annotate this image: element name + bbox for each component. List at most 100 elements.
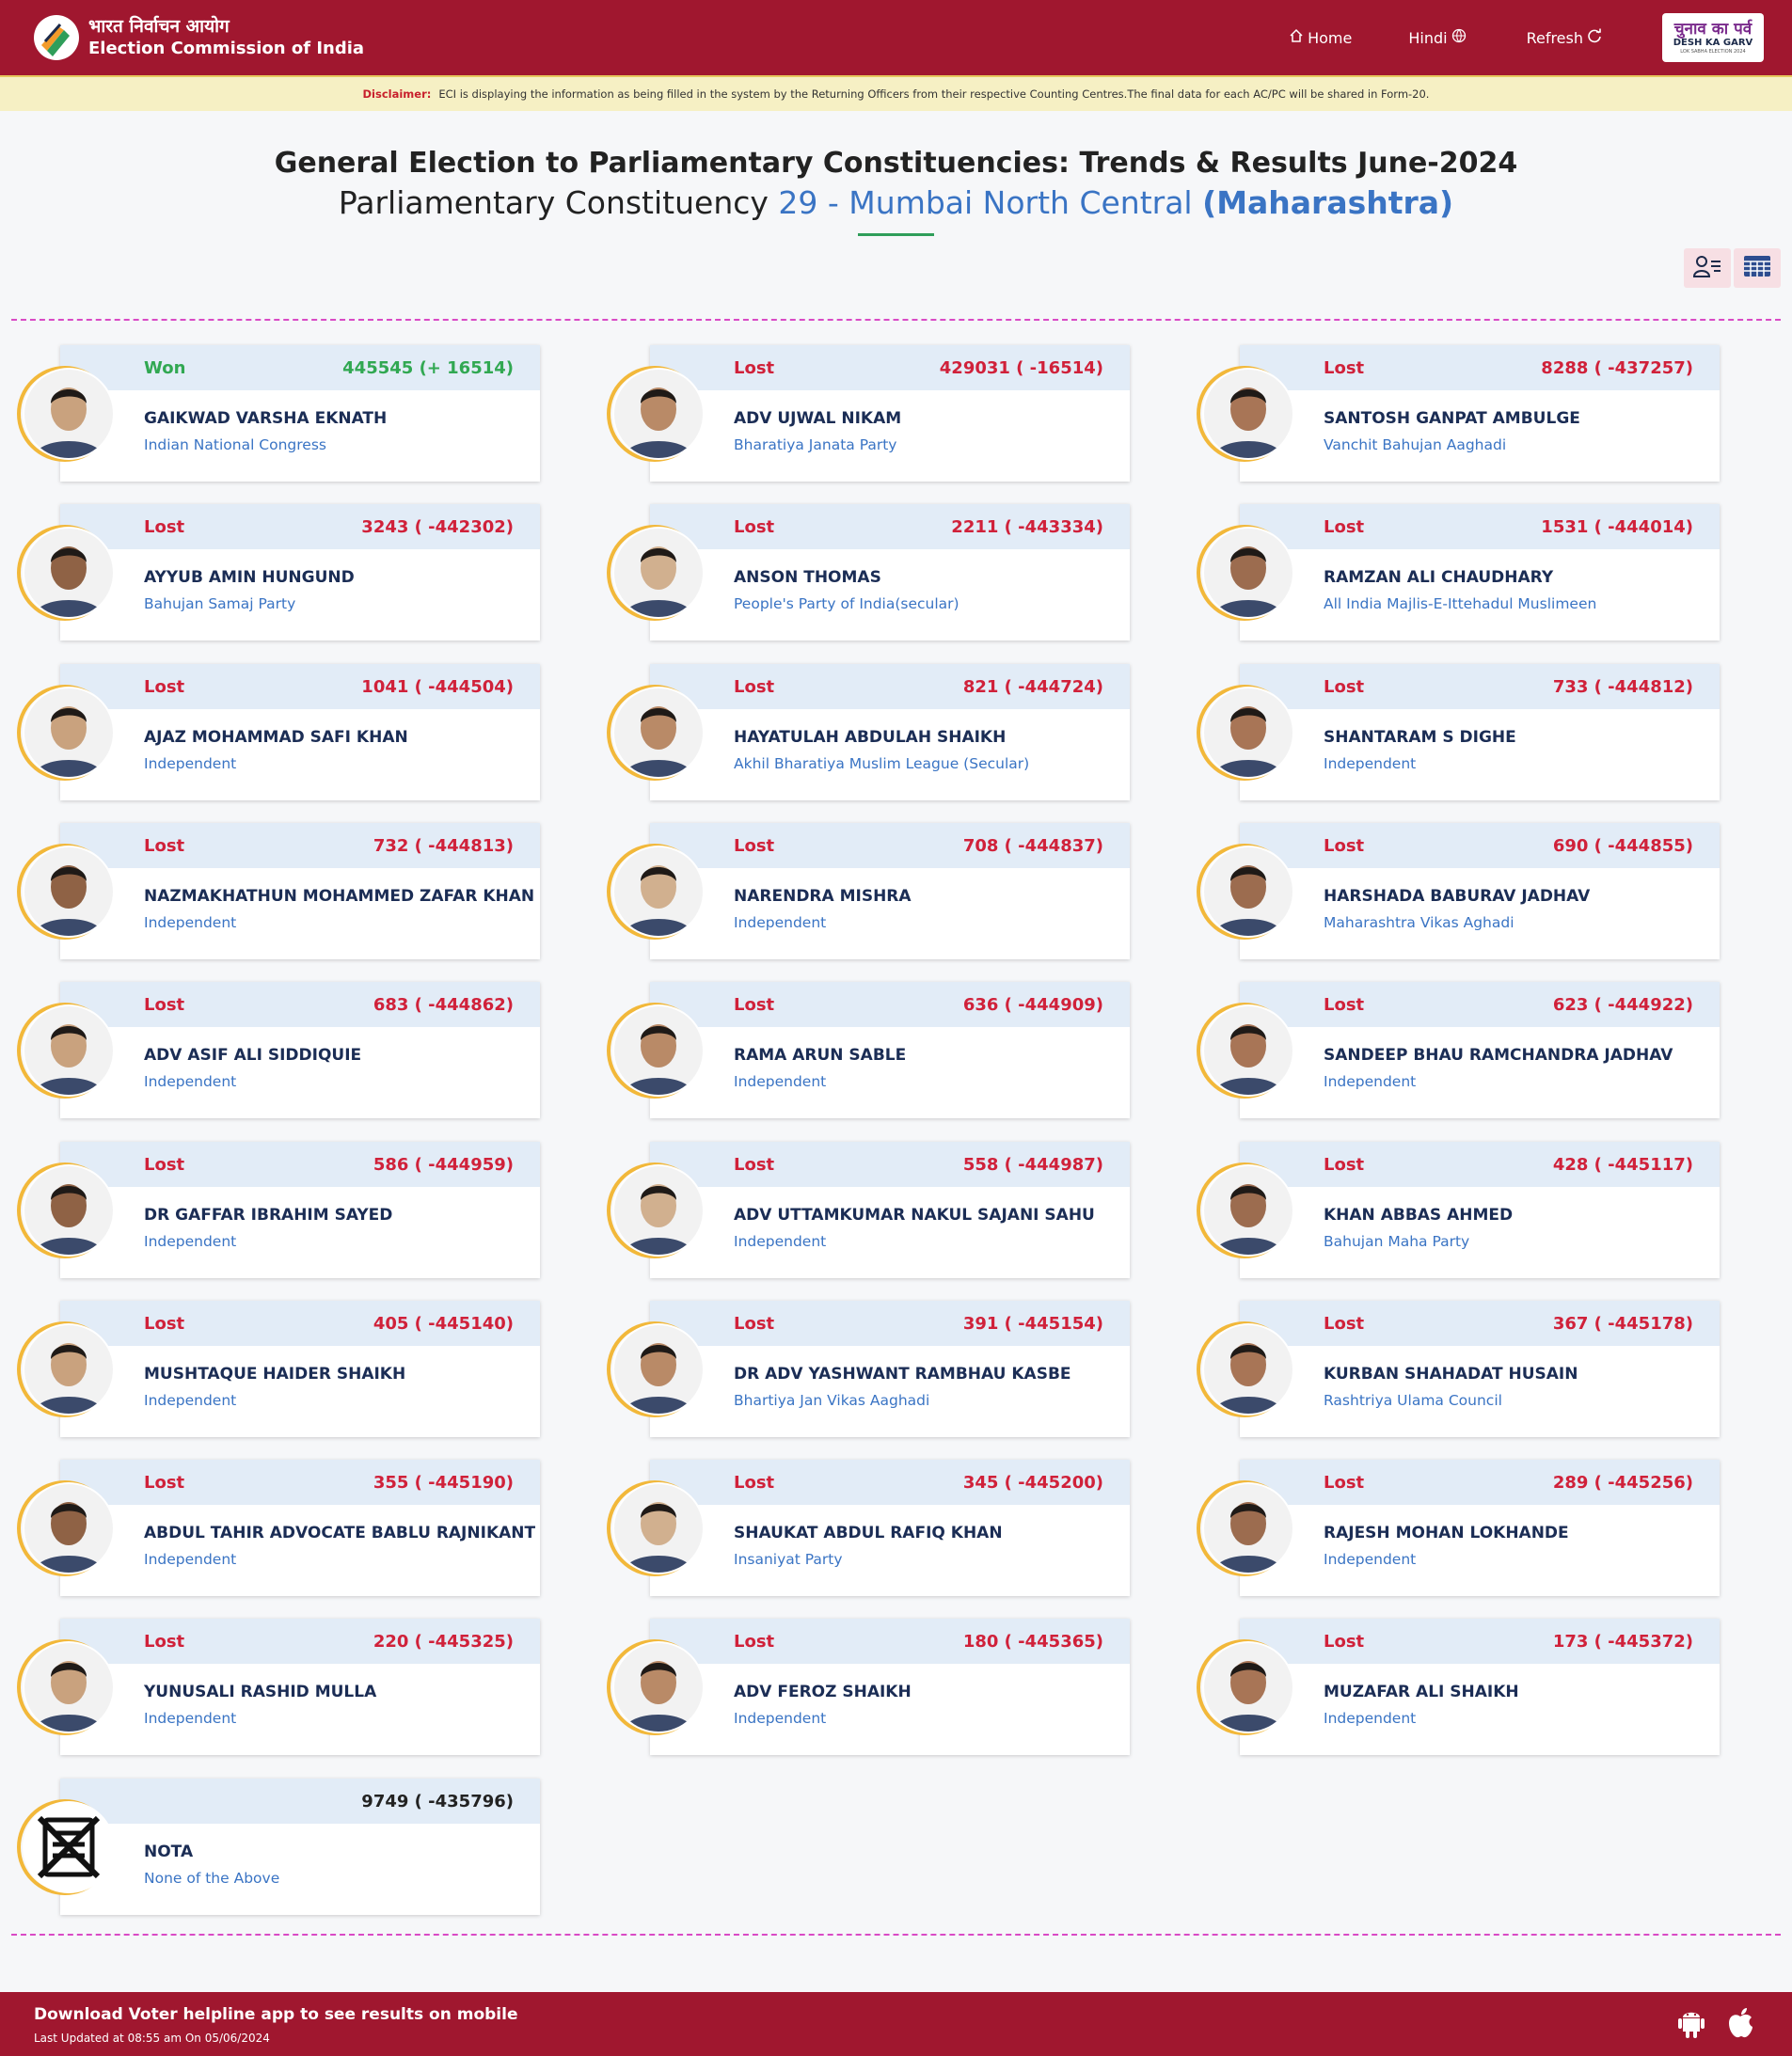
vote-count: 636 ( -444909) — [962, 995, 1103, 1015]
candidate-card[interactable]: Lost 3243 ( -442302) AYYUB AMIN HUNGUND Bah… — [17, 504, 540, 641]
result-status: Lost — [734, 358, 775, 378]
candidate-card[interactable]: Lost 683 ( -444862) ADV ASIF ALI SIDDIQUIE… — [17, 982, 540, 1118]
candidate-card[interactable]: Lost 1041 ( -444504) AJAZ MOHAMMAD SAFI KH… — [17, 664, 540, 800]
result-status: Lost — [1324, 358, 1365, 378]
result-status: Lost — [1324, 836, 1365, 856]
candidate-card[interactable]: Lost 732 ( -444813) NAZMAKHATHUN MOHAMMED … — [17, 823, 540, 959]
result-status: Lost — [734, 677, 775, 697]
candidate-name: NOTA — [144, 1842, 194, 1861]
footer: Download Voter helpline app to see resul… — [0, 1992, 1792, 2056]
candidate-card[interactable]: 9749 ( -435796) NOTA None of the Above — [17, 1779, 540, 1915]
candidate-photo — [614, 1166, 703, 1255]
candidate-card[interactable]: Lost 636 ( -444909) RAMA ARUN SABLE Indepen… — [607, 982, 1130, 1118]
result-status: Lost — [1324, 1473, 1365, 1493]
candidate-party: Independent — [1324, 1710, 1417, 1727]
result-status: Lost — [144, 517, 185, 537]
candidate-name: HAYATULAH ABDULAH SHAIKH — [734, 728, 1007, 747]
result-status: Lost — [734, 995, 775, 1015]
candidate-card[interactable]: Lost 428 ( -445117) KHAN ABBAS AHMED Bahuja… — [1197, 1142, 1720, 1278]
candidate-photo — [614, 370, 703, 458]
nota-icon — [24, 1803, 113, 1891]
candidate-party: Independent — [1324, 1073, 1417, 1090]
nav-refresh-link[interactable]: Refresh — [1527, 28, 1606, 47]
candidate-party: Independent — [144, 755, 237, 772]
user-list-icon — [1692, 254, 1721, 282]
vote-count: 1041 ( -444504) — [361, 677, 514, 697]
candidate-card[interactable]: Lost 8288 ( -437257) SANTOSH GANPAT AMBULG… — [1197, 345, 1720, 482]
candidate-party: Independent — [734, 1710, 827, 1727]
vote-count: 708 ( -444837) — [962, 836, 1103, 856]
candidate-name: AJAZ MOHAMMAD SAFI KHAN — [144, 728, 408, 747]
candidate-name: SANDEEP BHAU RAMCHANDRA JADHAV — [1324, 1046, 1673, 1065]
candidate-photo — [614, 1643, 703, 1732]
table-view-button[interactable] — [1734, 248, 1781, 288]
constituency-name: 29 - Mumbai North Central — [778, 184, 1193, 221]
candidate-card[interactable]: Lost 180 ( -445365) ADV FEROZ SHAIKH Indepe… — [607, 1619, 1130, 1755]
candidate-card[interactable]: Lost 345 ( -445200) SHAUKAT ABDUL RAFIQ KH… — [607, 1460, 1130, 1596]
candidate-card[interactable]: Lost 391 ( -445154) DR ADV YASHWANT RAMBHA… — [607, 1301, 1130, 1437]
candidate-party: Independent — [1324, 755, 1417, 772]
android-icon[interactable] — [1677, 2007, 1705, 2043]
vote-count: 345 ( -445200) — [962, 1473, 1103, 1493]
list-view-button[interactable] — [1684, 248, 1731, 288]
candidate-card[interactable]: Lost 367 ( -445178) KURBAN SHAHADAT HUSAIN… — [1197, 1301, 1720, 1437]
candidate-card[interactable]: Won 445545 (+ 16514) GAIKWAD VARSHA EKNATH… — [17, 345, 540, 482]
candidate-card[interactable]: Lost 2211 ( -443334) ANSON THOMAS People's … — [607, 504, 1130, 641]
candidate-party: Bahujan Maha Party — [1324, 1233, 1470, 1250]
result-status: Lost — [1324, 1314, 1365, 1334]
candidate-photo — [1204, 370, 1292, 458]
candidate-photo — [24, 1484, 113, 1573]
candidate-photo — [24, 688, 113, 777]
candidate-party: Independent — [144, 1073, 237, 1090]
candidate-card[interactable]: Lost 173 ( -445372) MUZAFAR ALI SHAIKH Inde… — [1197, 1619, 1720, 1755]
candidate-party: Rashtriya Ulama Council — [1324, 1392, 1502, 1409]
candidate-photo — [1204, 1484, 1292, 1573]
nav-hindi-label: Hindi — [1408, 28, 1448, 47]
vote-count: 367 ( -445178) — [1552, 1314, 1693, 1334]
candidate-party: Bahujan Samaj Party — [144, 595, 296, 612]
candidate-card[interactable]: Lost 429031 ( -16514) ADV UJWAL NIKAM Bhara… — [607, 345, 1130, 482]
candidate-name: YUNUSALI RASHID MULLA — [144, 1683, 377, 1701]
candidate-card[interactable]: Lost 355 ( -445190) ABDUL TAHIR ADVOCATE B… — [17, 1460, 540, 1596]
candidate-card[interactable]: Lost 623 ( -444922) SANDEEP BHAU RAMCHANDR… — [1197, 982, 1720, 1118]
state-name: (Maharashtra) — [1202, 184, 1454, 221]
candidate-card[interactable]: Lost 733 ( -444812) SHANTARAM S DIGHE Indep… — [1197, 664, 1720, 800]
nav-home-link[interactable]: Home — [1285, 28, 1352, 47]
result-status: Lost — [734, 836, 775, 856]
candidate-photo — [24, 1006, 113, 1095]
candidate-card[interactable]: Lost 708 ( -444837) NARENDRA MISHRA Indepen… — [607, 823, 1130, 959]
apple-icon[interactable] — [1726, 2007, 1754, 2043]
candidate-card[interactable]: Lost 586 ( -444959) DR GAFFAR IBRAHIM SAYE… — [17, 1142, 540, 1278]
candidate-photo — [1204, 1325, 1292, 1414]
candidate-party: Insaniyat Party — [734, 1551, 843, 1568]
candidate-photo — [1204, 529, 1292, 617]
candidate-card[interactable]: Lost 220 ( -445325) YUNUSALI RASHID MULLA I… — [17, 1619, 540, 1755]
candidate-party: Maharashtra Vikas Aghadi — [1324, 914, 1514, 931]
candidate-photo — [614, 1325, 703, 1414]
eci-brand[interactable]: भारत निर्वाचन आयोग Election Commission o… — [32, 13, 364, 62]
candidate-card[interactable]: Lost 690 ( -444855) HARSHADA BABURAV JADHA… — [1197, 823, 1720, 959]
candidate-party: None of the Above — [144, 1870, 280, 1887]
nav-hindi-link[interactable]: Hindi — [1408, 28, 1469, 47]
candidate-name: MUZAFAR ALI SHAIKH — [1324, 1683, 1519, 1701]
candidate-party: All India Majlis-E-Ittehadul Muslimeen — [1324, 595, 1597, 612]
disclaimer-label: Disclaimer: — [362, 87, 432, 101]
candidate-card[interactable]: Lost 1531 ( -444014) RAMZAN ALI CHAUDHARY A… — [1197, 504, 1720, 641]
vote-count: 683 ( -444862) — [373, 995, 514, 1015]
candidate-party: Akhil Bharatiya Muslim League (Secular) — [734, 755, 1030, 772]
candidate-card[interactable]: Lost 558 ( -444987) ADV UTTAMKUMAR NAKUL S… — [607, 1142, 1130, 1278]
subtitle-prefix: Parliamentary Constituency — [338, 184, 769, 221]
candidate-card[interactable]: Lost 405 ( -445140) MUSHTAQUE HAIDER SHAIK… — [17, 1301, 540, 1437]
candidate-photo — [614, 847, 703, 936]
candidate-card[interactable]: Lost 821 ( -444724) HAYATULAH ABDULAH SHAI… — [607, 664, 1130, 800]
candidate-card[interactable]: Lost 289 ( -445256) RAJESH MOHAN LOKHANDE I… — [1197, 1460, 1720, 1596]
candidate-name: GAIKWAD VARSHA EKNATH — [144, 409, 388, 428]
page-title: General Election to Parliamentary Consti… — [274, 147, 1518, 180]
vote-count: 405 ( -445140) — [373, 1314, 514, 1334]
candidate-photo — [1204, 688, 1292, 777]
result-status: Lost — [1324, 1155, 1365, 1175]
vote-count: 3243 ( -442302) — [361, 517, 514, 537]
candidate-name: SANTOSH GANPAT AMBULGE — [1324, 409, 1580, 428]
vote-count: 391 ( -445154) — [962, 1314, 1103, 1334]
candidate-photo — [24, 529, 113, 617]
